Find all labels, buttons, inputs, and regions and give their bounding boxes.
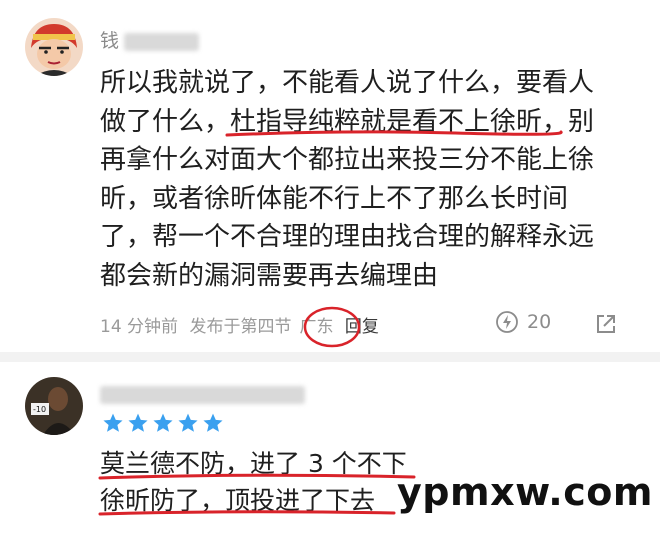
username[interactable] xyxy=(100,383,305,405)
divider xyxy=(0,352,660,362)
comment-line: 了，帮一个不合理的理由找合理的解释永远 xyxy=(100,222,595,252)
comment-line: 再拿什么对面大个都拉出来投三分不能上徐 xyxy=(100,145,595,175)
like-count: 20 xyxy=(527,311,552,333)
watermark: ypmxw.com xyxy=(397,470,653,514)
cartoon-avatar-icon xyxy=(25,18,83,76)
avatar[interactable]: -10 xyxy=(25,377,83,435)
red-underline-annotation xyxy=(225,130,563,137)
share-icon xyxy=(597,315,615,333)
comment-posted-in: 发布于第四节 xyxy=(189,317,292,337)
blurred-name xyxy=(100,385,305,404)
comment-card: 钱 所以我就说了，不能看人说了什么，要看人 做了什么，杜指导纯粹就是看不上徐昕，… xyxy=(0,0,660,350)
share-button[interactable] xyxy=(595,313,617,339)
star-icon xyxy=(203,413,223,432)
photo-avatar-icon: -10 xyxy=(25,377,83,435)
comment-line: 昕，或者徐昕体能不行上不了那么长时间 xyxy=(100,183,569,214)
red-underline-annotation xyxy=(98,510,396,516)
red-circle-annotation xyxy=(303,306,361,348)
star-icon xyxy=(103,413,123,432)
like-button[interactable]: 20 xyxy=(495,310,551,334)
lightning-like-icon xyxy=(496,311,518,333)
avatar-sign: -10 xyxy=(33,405,46,414)
comment-time: 14 分钟前 xyxy=(100,317,179,337)
username[interactable]: 钱 xyxy=(100,26,200,53)
star-icon xyxy=(128,413,148,432)
rating-stars xyxy=(102,412,224,434)
comment-line: 所以我就说了，不能看人说了什么，要看人 xyxy=(100,68,595,98)
star-icon xyxy=(153,413,173,432)
username-text: 钱 xyxy=(100,30,121,52)
avatar[interactable] xyxy=(25,18,83,76)
comment-text: 所以我就说了，不能看人说了什么，要看人 做了什么，杜指导纯粹就是看不上徐昕，别 … xyxy=(100,64,620,295)
star-icon xyxy=(178,413,198,432)
blurred-name xyxy=(124,32,200,51)
red-underline-annotation xyxy=(98,473,416,480)
comment-line: 都会新的漏洞需要再去编理由 xyxy=(100,260,439,291)
